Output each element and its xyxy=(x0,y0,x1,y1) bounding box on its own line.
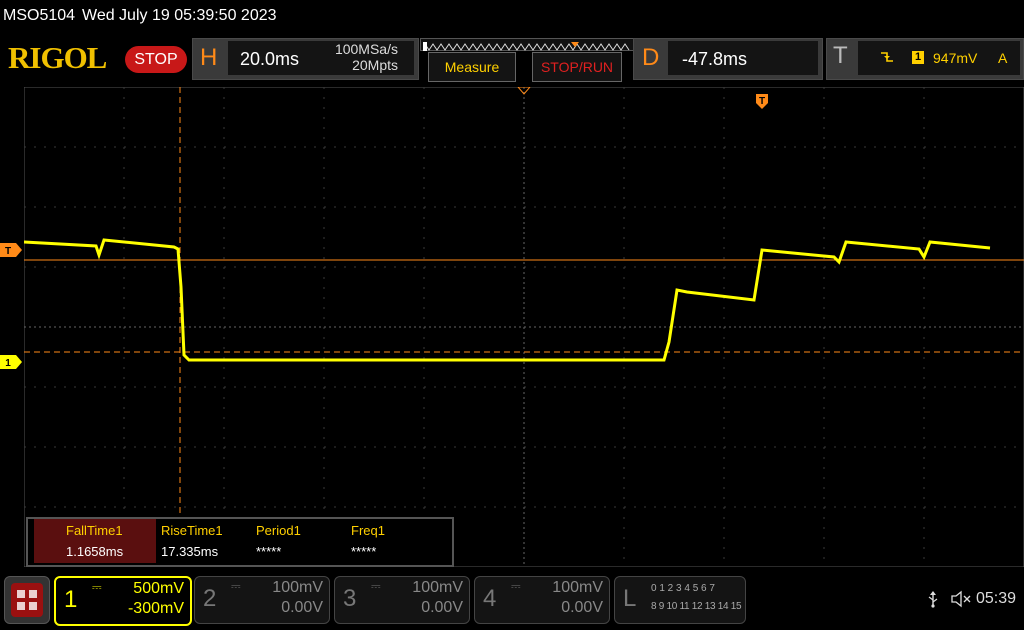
memory-overview-bar[interactable] xyxy=(420,38,637,51)
menu-button[interactable] xyxy=(4,576,50,624)
stop-run-button[interactable]: STOP/RUN xyxy=(532,52,622,82)
trigger-level: 947mV xyxy=(933,50,978,66)
meas-value-risetime: 17.335ms xyxy=(161,544,219,559)
dc-coupling-icon: ⎓ xyxy=(511,579,521,593)
speaker-muted-icon[interactable] xyxy=(950,590,972,613)
trigger-level-marker[interactable]: T xyxy=(0,243,24,257)
timebase-value: 20.0ms xyxy=(240,49,300,69)
system-clock: 05:39 xyxy=(976,590,1017,607)
channel-2-button[interactable]: 2 ⎓ 100mV 0.00V xyxy=(194,576,330,624)
measure-button[interactable]: Measure xyxy=(428,52,516,82)
waveform-display[interactable]: T xyxy=(24,87,1024,567)
horizontal-letter: H xyxy=(200,44,218,71)
channel-1-button[interactable]: 1 ⎓ 500mV -300mV xyxy=(54,576,192,626)
channel-4-offset: 0.00V xyxy=(561,599,603,616)
channel-1-scale: 500mV xyxy=(133,580,184,597)
trigger-source-badge: 1 xyxy=(912,51,924,64)
channel-2-offset: 0.00V xyxy=(281,599,323,616)
channel-2-scale: 100mV xyxy=(272,579,323,596)
run-status-badge[interactable]: STOP xyxy=(125,46,187,73)
channel-3-number: 3 xyxy=(343,585,357,612)
channel-2-number: 2 xyxy=(203,585,217,612)
trigger-letter: T xyxy=(833,42,848,69)
logic-row-1: 0 1 2 3 4 5 6 7 xyxy=(651,583,715,594)
ch1-ground-marker[interactable]: 1 xyxy=(0,355,24,369)
meas-header-period: Period1 xyxy=(256,523,301,538)
meas-value-freq: ***** xyxy=(351,544,377,559)
svg-text:T: T xyxy=(5,246,11,257)
measurement-cells: FallTime1 RiseTime1 Period1 Freq1 1.1658… xyxy=(26,517,450,563)
memory-depth: 20Mpts xyxy=(352,57,398,73)
channel-4-button[interactable]: 4 ⎓ 100mV 0.00V xyxy=(474,576,610,624)
model-name: MSO5104 xyxy=(3,7,76,24)
meas-value-falltime: 1.1658ms xyxy=(66,544,124,559)
meas-header-falltime: FallTime1 xyxy=(66,523,123,538)
logic-letter: L xyxy=(623,585,637,612)
falling-edge-icon xyxy=(880,50,894,67)
meas-header-freq: Freq1 xyxy=(351,523,385,538)
rigol-logo: RIGOL xyxy=(8,40,107,75)
svg-text:1: 1 xyxy=(5,358,11,369)
grid-menu-icon xyxy=(11,583,43,617)
dc-coupling-icon: ⎓ xyxy=(92,580,102,594)
logic-row-2: 8 9 10 11 12 13 14 15 xyxy=(651,601,742,612)
channel-3-offset: 0.00V xyxy=(421,599,463,616)
channel-3-scale: 100mV xyxy=(412,579,463,596)
delay-value: -47.8ms xyxy=(682,49,748,69)
dc-coupling-icon: ⎓ xyxy=(371,579,381,593)
channel-3-button[interactable]: 3 ⎓ 100mV 0.00V xyxy=(334,576,470,624)
channel-1-offset: -300mV xyxy=(127,600,184,617)
delay-letter: D xyxy=(642,44,660,71)
dc-coupling-icon: ⎓ xyxy=(231,579,241,593)
memory-overview-icon xyxy=(423,42,630,51)
channel-4-scale: 100mV xyxy=(552,579,603,596)
meas-header-risetime: RiseTime1 xyxy=(161,523,223,538)
trigger-mode: A xyxy=(998,50,1008,66)
usb-icon xyxy=(926,590,940,613)
date-time: Wed July 19 05:39:50 2023 xyxy=(82,7,277,24)
logic-channels-button[interactable]: L 0 1 2 3 4 5 6 7 8 9 10 11 12 13 14 15 xyxy=(614,576,746,624)
sample-rate: 100MSa/s xyxy=(334,41,398,57)
svg-text:T: T xyxy=(759,96,765,107)
channel-1-number: 1 xyxy=(64,586,78,613)
meas-value-period: ***** xyxy=(256,544,282,559)
channel-4-number: 4 xyxy=(483,585,497,612)
